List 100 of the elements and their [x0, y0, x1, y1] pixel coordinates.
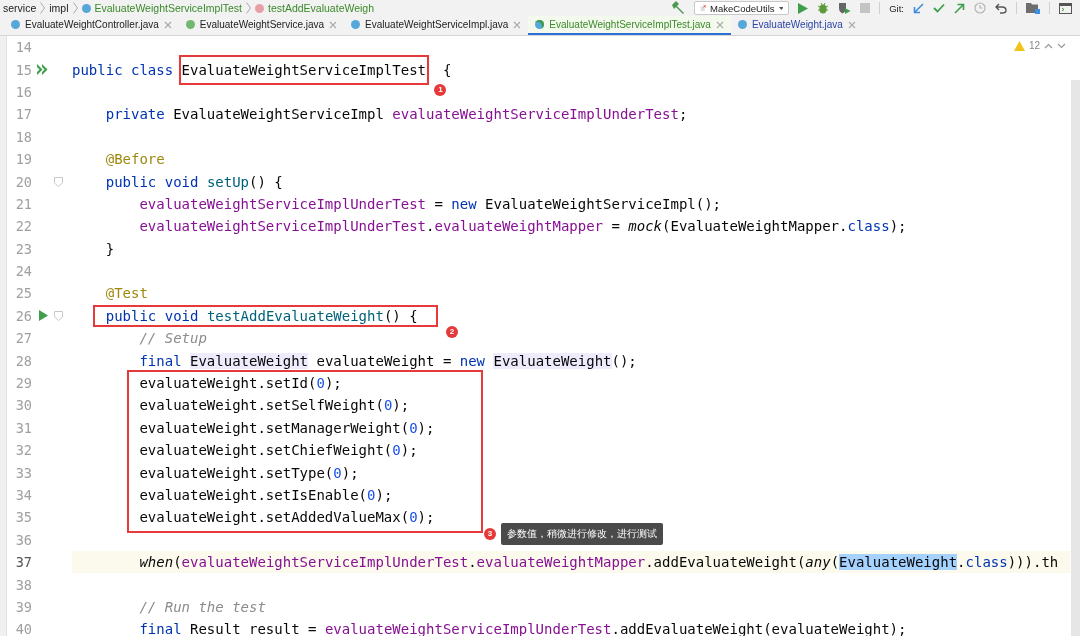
code-token: 0: [383, 397, 393, 414]
file-tab[interactable]: EvaluateWeightController.java: [4, 16, 179, 35]
code-token: evaluateWeight =: [316, 352, 453, 369]
code-token: evaluateWeightMapper: [476, 554, 646, 571]
code-token: evaluateWeight.setType(: [139, 464, 334, 481]
code-token: 0: [316, 375, 325, 392]
code-token: EvaluateWeight: [190, 352, 309, 369]
chevron-icon: [40, 2, 46, 14]
code-token: );: [375, 487, 393, 503]
breadcrumb-item[interactable]: service: [3, 2, 37, 14]
code-token: .: [426, 218, 435, 235]
code-token: .: [957, 554, 966, 571]
line-number: 36: [14, 531, 32, 548]
code-token: EvaluateWeight: [493, 352, 612, 369]
code-token: evaluateWeightServiceImplUnderTest: [392, 106, 679, 123]
line-number: 25: [14, 285, 32, 302]
undo-icon[interactable]: [995, 2, 1007, 14]
interface-icon: [185, 20, 195, 29]
code-token: new: [451, 195, 478, 212]
close-icon[interactable]: [715, 20, 724, 29]
code-token: public void: [105, 307, 200, 324]
code-token: ;: [678, 106, 688, 123]
double-play-icon[interactable]: [37, 64, 49, 76]
warning-icon[interactable]: [1013, 40, 1025, 51]
file-tab[interactable]: EvaluateWeight.java: [730, 16, 863, 35]
folder-icon[interactable]: [1026, 2, 1040, 14]
fold-icon[interactable]: [54, 310, 63, 321]
update-arrow-icon[interactable]: [913, 2, 924, 14]
clock-icon[interactable]: [974, 2, 986, 14]
line-number: 19: [14, 151, 32, 168]
code-token: 0: [409, 509, 418, 526]
class-icon: [11, 20, 20, 29]
line-number: 27: [14, 330, 32, 347]
code-token: evaluateWeight.setChiefWeight(: [139, 442, 393, 459]
line-number: 34: [14, 487, 32, 503]
code-token: evaluateWeight.setSelfWeight(: [139, 397, 384, 414]
code-token: (: [173, 554, 182, 571]
code-token: evaluateWeight.setIsEnable(: [139, 487, 367, 503]
file-tab[interactable]: EvaluateWeightServiceImpl.java: [344, 16, 529, 35]
callout-badge: 1: [434, 83, 447, 96]
checkmark-icon[interactable]: [933, 3, 945, 13]
terminal-window-icon[interactable]: [1059, 2, 1072, 14]
breadcrumb-item[interactable]: testAddEvaluateWeigh: [268, 2, 375, 14]
code-token: evaluateWeightServiceImplUnderTest: [139, 195, 426, 212]
line-number: 37: [14, 554, 32, 571]
hammer-icon[interactable]: [671, 1, 686, 15]
code-token: evaluateWeightServiceImplUnderTest: [139, 218, 426, 235]
code-token: @Test: [105, 285, 148, 302]
close-icon[interactable]: [513, 20, 522, 29]
file-tab[interactable]: EvaluateWeightServiceImplTest.java: [528, 16, 731, 35]
close-icon[interactable]: [163, 20, 172, 29]
code-token: Result result =: [190, 621, 318, 636]
warning-count[interactable]: 12: [1028, 40, 1040, 51]
code-token: public class: [72, 61, 175, 78]
code-token: 0: [409, 419, 418, 436]
code-token: EvaluateWeight: [839, 554, 958, 571]
class-icon: [737, 20, 747, 29]
line-number: 28: [14, 352, 32, 369]
chevron-down-icon[interactable]: [1057, 42, 1066, 49]
code-token: any: [805, 554, 831, 571]
code-token: =: [434, 195, 444, 212]
run-config-dropdown[interactable]: MakeCodeUtils: [694, 1, 790, 15]
file-error-icon: [700, 3, 707, 13]
run-icon[interactable]: [38, 310, 48, 322]
line-number: 16: [14, 83, 32, 100]
scrollbar[interactable]: [1071, 80, 1080, 636]
fold-icon[interactable]: [54, 176, 63, 187]
callout-badge: 3: [484, 527, 496, 540]
code-token: evaluateWeightMapper: [434, 218, 604, 235]
close-icon[interactable]: [847, 20, 856, 29]
close-icon[interactable]: [329, 20, 338, 29]
code-token: evaluateWeightServiceImplUnderTest: [181, 554, 469, 571]
code-token: public void: [105, 173, 200, 190]
line-number: 15: [14, 61, 32, 78]
line-number: 22: [14, 218, 32, 235]
chevron-icon: [246, 2, 251, 14]
line-number: 30: [14, 397, 32, 414]
code-token: () {: [249, 173, 283, 190]
shield-run-icon[interactable]: [838, 2, 852, 14]
line-number: 31: [14, 419, 32, 436]
code-token: EvaluateWeightServiceImpl();: [485, 195, 722, 212]
file-tab[interactable]: EvaluateWeightService.java: [178, 16, 345, 35]
run-icon[interactable]: [798, 2, 809, 14]
code-token: );: [392, 397, 410, 414]
line-number: 26: [14, 307, 32, 324]
line-number: 17: [14, 106, 32, 123]
code-token: (: [830, 554, 840, 571]
breadcrumb-item[interactable]: EvaluateWeightServiceImplTest: [94, 2, 242, 14]
line-number: 35: [14, 509, 32, 526]
class-icon: [351, 20, 361, 29]
code-token: final: [139, 621, 183, 636]
code-token: testAddEvaluateWeight: [206, 307, 384, 324]
breadcrumb-item[interactable]: impl: [49, 2, 69, 14]
bug-icon[interactable]: [817, 2, 830, 14]
caret-icon: [778, 5, 784, 11]
code-token: );: [417, 419, 435, 436]
push-arrow-icon[interactable]: [954, 2, 965, 14]
chevron-up-icon[interactable]: [1044, 42, 1053, 49]
code-token: );: [324, 375, 342, 392]
line-number: 21: [14, 195, 32, 212]
